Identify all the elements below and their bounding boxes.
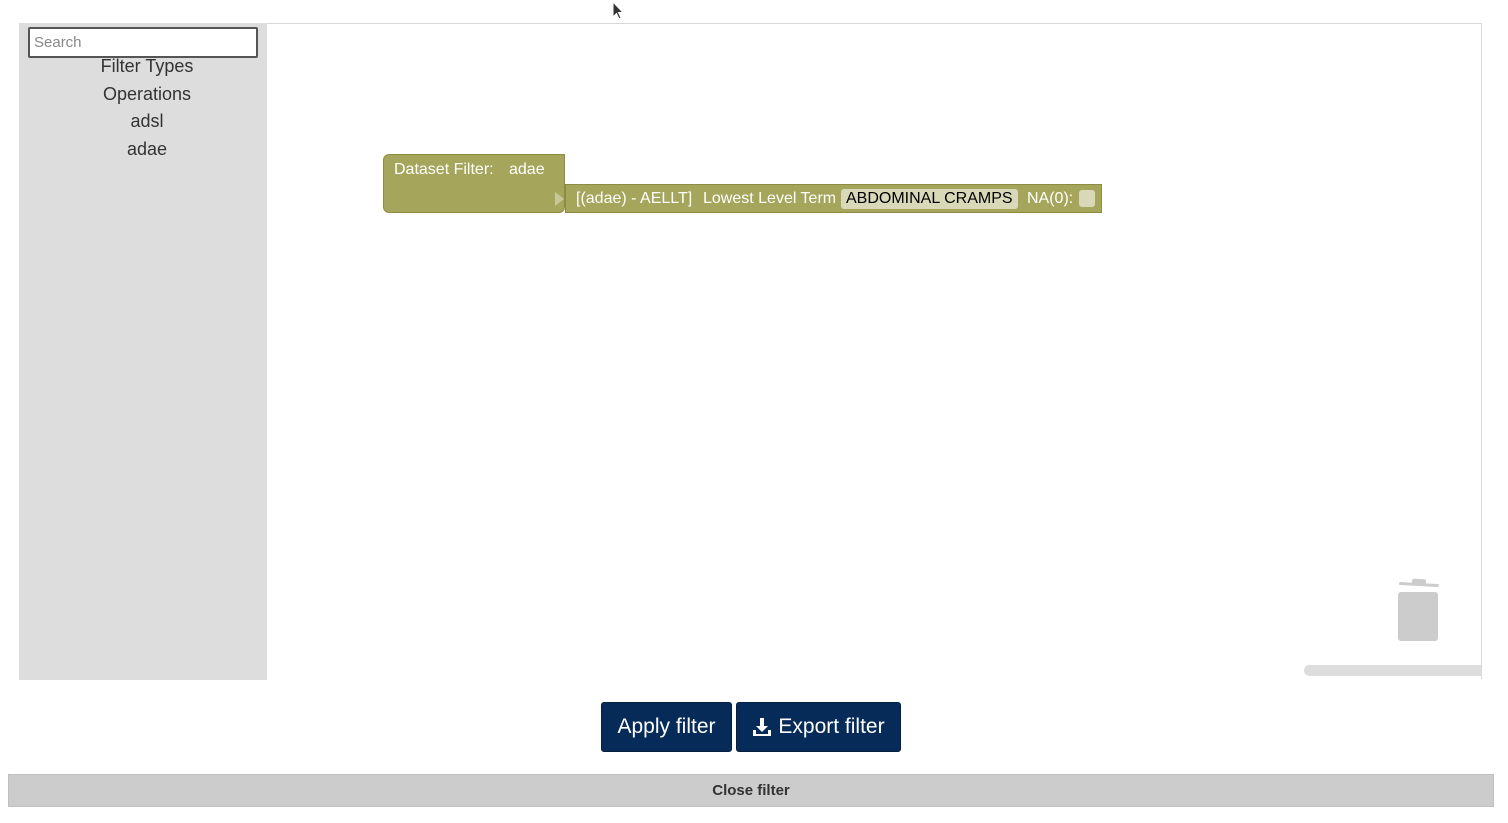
blockly-workspace-canvas[interactable] [267,24,1481,679]
category-adae[interactable]: adae [19,139,275,160]
category-adsl[interactable]: adsl [19,111,275,132]
dataset-filter-block[interactable]: Dataset Filter: adae [383,154,565,213]
filter-variable-label: [(adae) - AELLT] [576,190,693,207]
filter-na-label: NA(0): [1027,190,1074,207]
category-filter-types[interactable]: Filter Types [19,56,275,77]
filter-value-dropdown[interactable]: ABDOMINAL CRAMPS [841,189,1018,209]
filter-na-checkbox[interactable] [1079,190,1095,207]
toolbox: Filter Types Operations adsl adae [19,23,267,680]
apply-filter-label: Apply filter [617,715,716,738]
pointer-cursor-icon [612,1,624,20]
close-filter-button[interactable]: Close filter [8,774,1494,807]
variable-filter-block[interactable]: [(adae) - AELLT] Lowest Level Term ABDOM… [565,184,1102,213]
dataset-filter-dataset[interactable]: adae [509,161,545,179]
close-filter-label: Close filter [712,782,790,799]
toolbox-search-input[interactable] [28,27,258,58]
download-icon [753,718,772,736]
block-connector-notch [555,192,564,206]
export-filter-button[interactable]: Export filter [736,702,901,752]
apply-filter-button[interactable]: Apply filter [601,702,732,752]
filter-variable-name: Lowest Level Term [703,190,837,207]
trash-icon[interactable] [1395,578,1443,642]
export-filter-label: Export filter [778,715,885,738]
dataset-filter-label: Dataset Filter: [394,161,494,178]
workspace-horizontal-scrollbar[interactable] [1304,665,1482,676]
category-operations[interactable]: Operations [19,84,275,105]
